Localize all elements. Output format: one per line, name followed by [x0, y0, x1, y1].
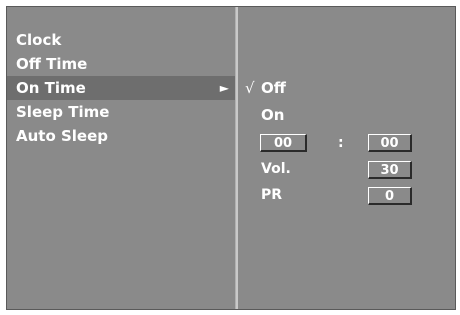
program-field[interactable]: 0: [368, 187, 412, 205]
submenu-arrow-icon: ►: [219, 81, 229, 95]
option-label: Off: [261, 79, 286, 97]
menu-item-on-time[interactable]: On Time ►: [7, 76, 235, 100]
panel-divider: [235, 7, 238, 309]
timer-menu: Clock Off Time On Time ► Sleep Time Auto…: [7, 28, 235, 148]
time-separator: :: [338, 135, 344, 151]
program-label: PR: [261, 187, 283, 203]
osd-screen: Clock Off Time On Time ► Sleep Time Auto…: [6, 6, 456, 310]
volume-label: Vol.: [261, 161, 291, 177]
menu-item-label: Off Time: [16, 55, 88, 73]
option-label: On: [261, 106, 285, 124]
on-time-submenu: √ Off On 00 : 00 Vol. 30 PR 0: [245, 7, 457, 309]
menu-item-auto-sleep[interactable]: Auto Sleep: [7, 124, 235, 148]
hour-field[interactable]: 00: [260, 134, 307, 152]
minute-field[interactable]: 00: [368, 134, 412, 152]
option-on[interactable]: On: [261, 104, 284, 126]
menu-item-label: On Time: [16, 79, 86, 97]
menu-item-label: Clock: [16, 31, 62, 49]
check-icon: √: [245, 79, 255, 97]
menu-item-label: Auto Sleep: [16, 127, 109, 145]
menu-item-off-time[interactable]: Off Time: [7, 52, 235, 76]
option-off[interactable]: √ Off: [245, 77, 286, 99]
menu-item-label: Sleep Time: [16, 103, 110, 121]
volume-field[interactable]: 30: [368, 161, 412, 179]
menu-item-sleep-time[interactable]: Sleep Time: [7, 100, 235, 124]
menu-item-clock[interactable]: Clock: [7, 28, 235, 52]
